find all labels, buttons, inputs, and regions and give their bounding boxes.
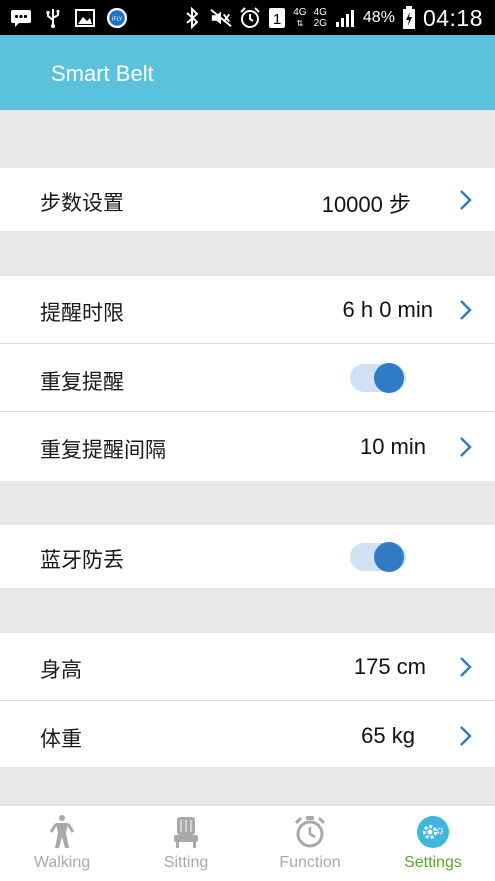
toggle-knob (374, 542, 404, 572)
signal-icon (334, 8, 356, 28)
reminder-limit-label: 提醒时限 (40, 301, 124, 325)
anti-loss-label: 蓝牙防丢 (40, 548, 124, 572)
height-label: 身高 (40, 658, 82, 682)
nav-tab-walking-label: Walking (33, 854, 91, 871)
repeat-interval-value: 10 min (359, 434, 426, 459)
chevron-right-icon (460, 726, 472, 746)
ifly-logo-text: iFLY (112, 16, 123, 22)
nav-tab-function-label: Function (279, 854, 341, 871)
bluetooth-icon (181, 7, 203, 29)
message-icon (10, 8, 32, 28)
nav-tab-settings-label: Settings (404, 854, 462, 871)
weight-row[interactable]: 体重 65 kg (0, 701, 495, 767)
nav-tab-settings[interactable]: Settings (371, 806, 495, 881)
network-type-primary: 4G (293, 7, 307, 18)
battery-icon (402, 6, 416, 29)
repeat-interval-label: 重复提醒间隔 (40, 438, 166, 462)
status-bar: iFLY 1 4G ⇅ 4G 2G 48% 04:18 (0, 0, 495, 35)
image-icon (74, 8, 96, 28)
steps-setting-value: 10000 步 (321, 192, 411, 217)
battery-percent: 48% (362, 9, 395, 26)
alarm-icon (239, 7, 261, 28)
walking-icon (49, 815, 75, 848)
nav-tab-walking[interactable]: Walking (0, 806, 124, 881)
anti-loss-toggle[interactable] (350, 539, 406, 573)
status-bar-notifications: iFLY (10, 6, 128, 30)
chair-icon (174, 817, 198, 848)
nav-tab-sitting-label: Sitting (163, 854, 209, 871)
reminder-limit-row[interactable]: 提醒时限 6 h 0 min (0, 276, 495, 343)
nav-tab-function[interactable]: Function (248, 806, 372, 881)
ifly-icon: iFLY (106, 7, 128, 29)
weight-value: 65 kg (361, 723, 415, 748)
usb-icon (42, 8, 64, 28)
chevron-right-icon (460, 300, 472, 320)
network-type: 4G ⇅ (293, 7, 307, 28)
sim-icon: 1 (268, 8, 286, 28)
status-bar-system: 1 4G ⇅ 4G 2G 48% 04:18 (181, 3, 483, 33)
chevron-right-icon (460, 657, 472, 677)
repeat-reminder-toggle[interactable] (350, 360, 406, 394)
sim-number: 1 (273, 11, 281, 28)
network-type-secondary: 4G 2G (314, 7, 327, 29)
steps-setting-row[interactable]: 步数设置 10000 步 (0, 168, 495, 231)
toggle-knob (374, 363, 404, 393)
clock-time: 04:18 (422, 4, 483, 31)
repeat-reminder-row: 重复提醒 (0, 344, 495, 411)
alarm-clock-icon (294, 816, 326, 848)
network-type-secondary-bottom: 2G (313, 18, 327, 29)
network-type-secondary-top: 4G (313, 7, 327, 18)
app-title: Smart Belt (51, 61, 154, 86)
mute-icon (210, 8, 232, 28)
repeat-reminder-label: 重复提醒 (40, 370, 124, 394)
anti-loss-row: 蓝牙防丢 (0, 525, 495, 588)
repeat-interval-row[interactable]: 重复提醒间隔 10 min (0, 412, 495, 481)
bottom-nav: Walking Sitting Function Settings (0, 805, 495, 881)
nav-tab-sitting[interactable]: Sitting (124, 806, 248, 881)
app-bar: Smart Belt (0, 35, 495, 110)
height-row[interactable]: 身高 175 cm (0, 633, 495, 700)
chevron-right-icon (460, 190, 472, 210)
reminder-limit-value: 6 h 0 min (342, 297, 434, 322)
steps-setting-label: 步数设置 (40, 191, 124, 215)
gear-icon (417, 816, 449, 848)
height-value: 175 cm (353, 654, 426, 679)
chevron-right-icon (460, 437, 472, 457)
weight-label: 体重 (40, 727, 82, 751)
